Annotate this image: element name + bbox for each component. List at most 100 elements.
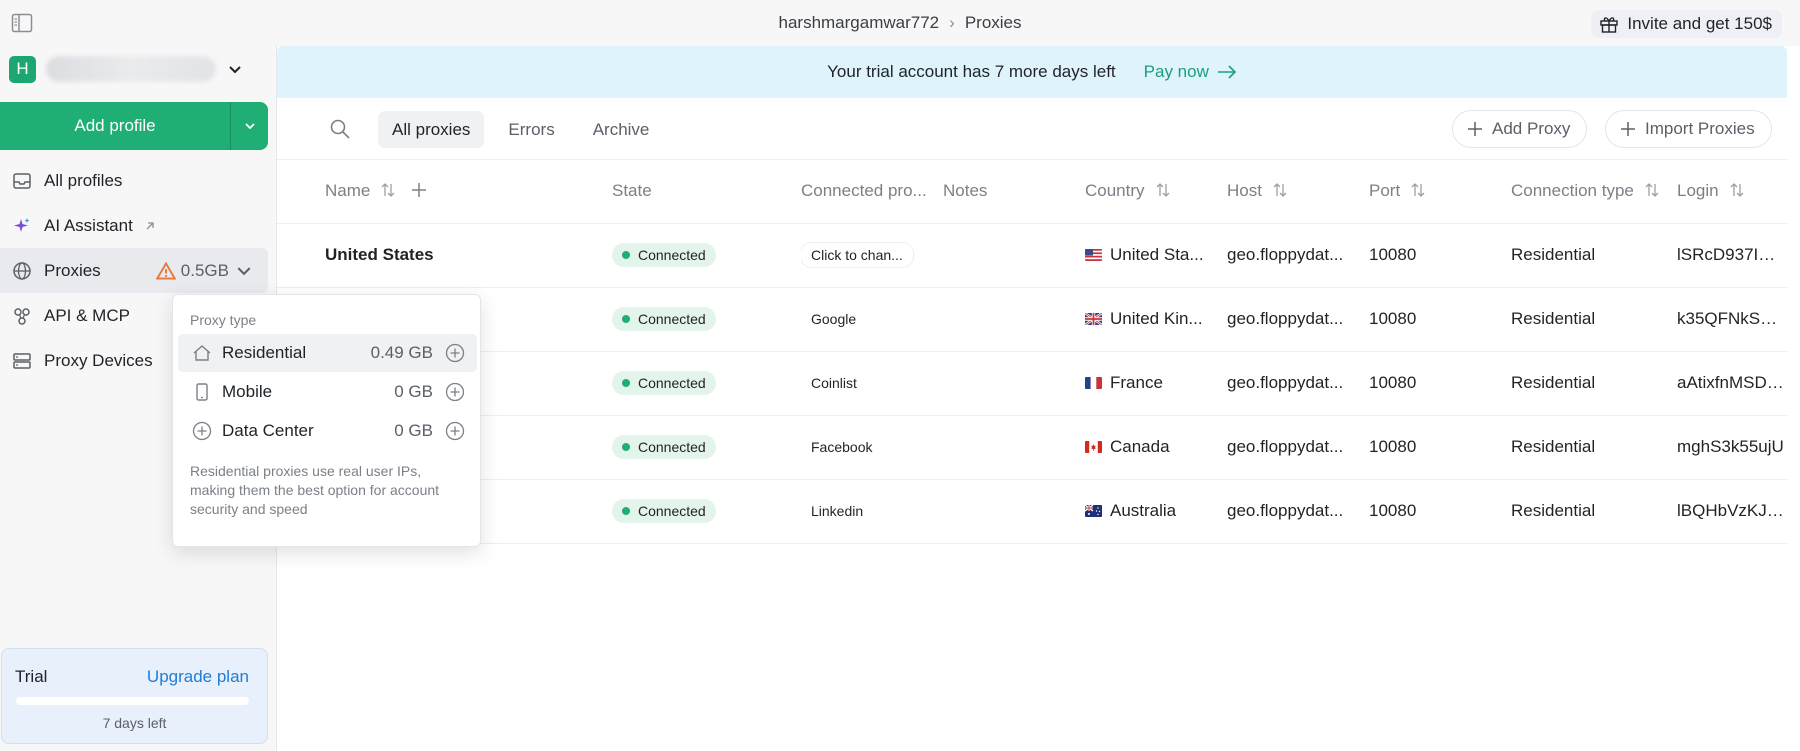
connected-profiles-cell[interactable]: Facebook — [801, 415, 943, 480]
column-state: State — [612, 160, 801, 224]
upgrade-plan-link[interactable]: Upgrade plan — [147, 667, 249, 687]
connected-profile-chip[interactable]: Click to chan... — [801, 243, 913, 267]
column-name[interactable]: Name — [325, 160, 612, 224]
sort-icon[interactable] — [1644, 182, 1660, 198]
pay-now-label: Pay now — [1143, 62, 1209, 81]
connected-profile-chip[interactable]: Coinlist — [801, 371, 867, 395]
column-login[interactable]: Login — [1677, 160, 1787, 224]
status-dot-icon — [622, 507, 630, 515]
invite-button[interactable]: Invite and get 150$ — [1591, 10, 1782, 38]
country-name: Canada — [1110, 437, 1170, 456]
notes-cell[interactable] — [943, 351, 1085, 416]
sidebar-item-label: Proxy Devices — [44, 350, 153, 370]
sidebar-item-label: API & MCP — [44, 305, 130, 325]
tab-archive[interactable]: Archive — [579, 111, 664, 148]
add-profile-button[interactable]: Add profile — [0, 102, 230, 150]
proxies-toolbar: All proxies Errors Archive Add Proxy Imp… — [277, 98, 1787, 160]
proxy-type-label: Data Center — [222, 421, 314, 440]
connected-profile-chip[interactable]: Linkedin — [801, 499, 873, 523]
proxy-type-label: Residential — [222, 343, 307, 362]
connected-profiles-cell[interactable]: Coinlist — [801, 351, 943, 416]
login-cell: lSRcD937IGA... — [1677, 223, 1787, 288]
country-cell: Australia — [1085, 479, 1227, 544]
proxy-name[interactable]: United States — [325, 223, 612, 288]
connected-profiles-cell[interactable]: Google — [801, 287, 943, 352]
workspace-switcher[interactable]: H — [9, 54, 244, 84]
pay-now-link[interactable]: Pay now — [1144, 62, 1237, 82]
table-row[interactable]: Connected Coinlist France geo.floppydat... 1… — [277, 351, 1787, 416]
flag-fr-icon — [1085, 377, 1102, 389]
plus-circle-icon[interactable] — [445, 343, 465, 363]
country-name: United Kin... — [1110, 309, 1203, 328]
table-row[interactable]: Connected Linkedin Australia geo.floppydat.… — [277, 479, 1787, 544]
status-badge: Connected — [612, 435, 716, 459]
column-host[interactable]: Host — [1227, 160, 1369, 224]
flag-us-icon — [1085, 249, 1102, 261]
import-proxies-button[interactable]: Import Proxies — [1605, 110, 1772, 148]
proxy-state-cell: Connected — [612, 287, 801, 352]
port-cell: 10080 — [1369, 415, 1511, 480]
sidebar-item-proxies[interactable]: Proxies 0.5GB — [0, 248, 268, 293]
notes-cell[interactable] — [943, 415, 1085, 480]
breadcrumb-user[interactable]: harshmargamwar772 — [779, 13, 940, 32]
column-port[interactable]: Port — [1369, 160, 1511, 224]
proxy-type-data-center[interactable]: Data Center 0 GB — [178, 412, 477, 450]
api-icon — [14, 307, 30, 325]
column-country[interactable]: Country — [1085, 160, 1227, 224]
chevron-down-icon — [237, 266, 251, 275]
proxy-type-residential[interactable]: Residential 0.49 GB — [178, 334, 477, 372]
notes-cell[interactable] — [943, 287, 1085, 352]
plus-circle-icon[interactable] — [445, 421, 465, 441]
connection-type-cell: Residential — [1511, 415, 1677, 480]
inbox-icon — [13, 172, 31, 189]
add-proxy-button[interactable]: Add Proxy — [1452, 110, 1588, 148]
host-cell: geo.floppydat... — [1227, 415, 1369, 480]
country-cell: United Kin... — [1085, 287, 1227, 352]
status-dot-icon — [622, 443, 630, 451]
trial-days-left: 7 days left — [102, 715, 167, 731]
mobile-icon — [196, 383, 208, 401]
host-cell: geo.floppydat... — [1227, 479, 1369, 544]
notes-cell[interactable] — [943, 479, 1085, 544]
warning-icon — [155, 261, 176, 279]
sidebar-item-ai-assistant[interactable]: AI Assistant — [0, 203, 268, 248]
tab-all-proxies[interactable]: All proxies — [378, 111, 485, 148]
table-row[interactable]: United States Connected Click to chan... Un… — [277, 223, 1787, 288]
status-dot-icon — [622, 251, 630, 259]
proxy-tabs: All proxies Errors Archive — [378, 111, 663, 148]
table-row[interactable]: Connected Facebook Canada geo.floppydat... 1… — [277, 415, 1787, 480]
add-column-icon[interactable] — [410, 181, 428, 199]
host-cell: geo.floppydat... — [1227, 223, 1369, 288]
status-badge: Connected — [612, 499, 716, 523]
country-name: United Sta... — [1110, 245, 1204, 264]
status-text: Connected — [638, 375, 706, 391]
connected-profile-chip[interactable]: Google — [801, 307, 866, 331]
sort-icon[interactable] — [1410, 182, 1426, 198]
sort-icon[interactable] — [1729, 182, 1745, 198]
notes-cell[interactable] — [943, 223, 1085, 288]
add-profile-dropdown-button[interactable] — [230, 102, 268, 150]
connection-type-cell: Residential — [1511, 479, 1677, 544]
sidebar-item-all-profiles[interactable]: All profiles — [0, 158, 268, 203]
proxy-type-label: Mobile — [222, 382, 273, 401]
connected-profile-chip[interactable]: Facebook — [801, 435, 882, 459]
sort-icon[interactable] — [1272, 182, 1288, 198]
port-cell: 10080 — [1369, 287, 1511, 352]
top-bar: harshmargamwar772 › Proxies Invite and get… — [0, 0, 1800, 46]
proxy-type-mobile[interactable]: Mobile 0 GB — [178, 373, 477, 411]
plus-icon — [1621, 122, 1635, 136]
flag-ca-icon — [1085, 441, 1102, 453]
plus-circle-icon[interactable] — [445, 382, 465, 402]
search-icon[interactable] — [329, 118, 351, 140]
column-connection-type[interactable]: Connection type — [1511, 160, 1677, 224]
status-text: Connected — [638, 439, 706, 455]
sort-icon[interactable] — [380, 182, 396, 198]
connected-profiles-cell[interactable]: Click to chan... — [801, 223, 943, 288]
tab-errors[interactable]: Errors — [494, 111, 568, 148]
table-row[interactable]: Connected Google United Kin... geo.floppyda… — [277, 287, 1787, 352]
connected-profiles-cell[interactable]: Linkedin — [801, 479, 943, 544]
sort-icon[interactable] — [1155, 182, 1171, 198]
sparkle-icon — [14, 217, 30, 232]
chevron-down-icon — [229, 66, 241, 74]
proxy-quota[interactable]: 0.5GB — [155, 261, 254, 281]
